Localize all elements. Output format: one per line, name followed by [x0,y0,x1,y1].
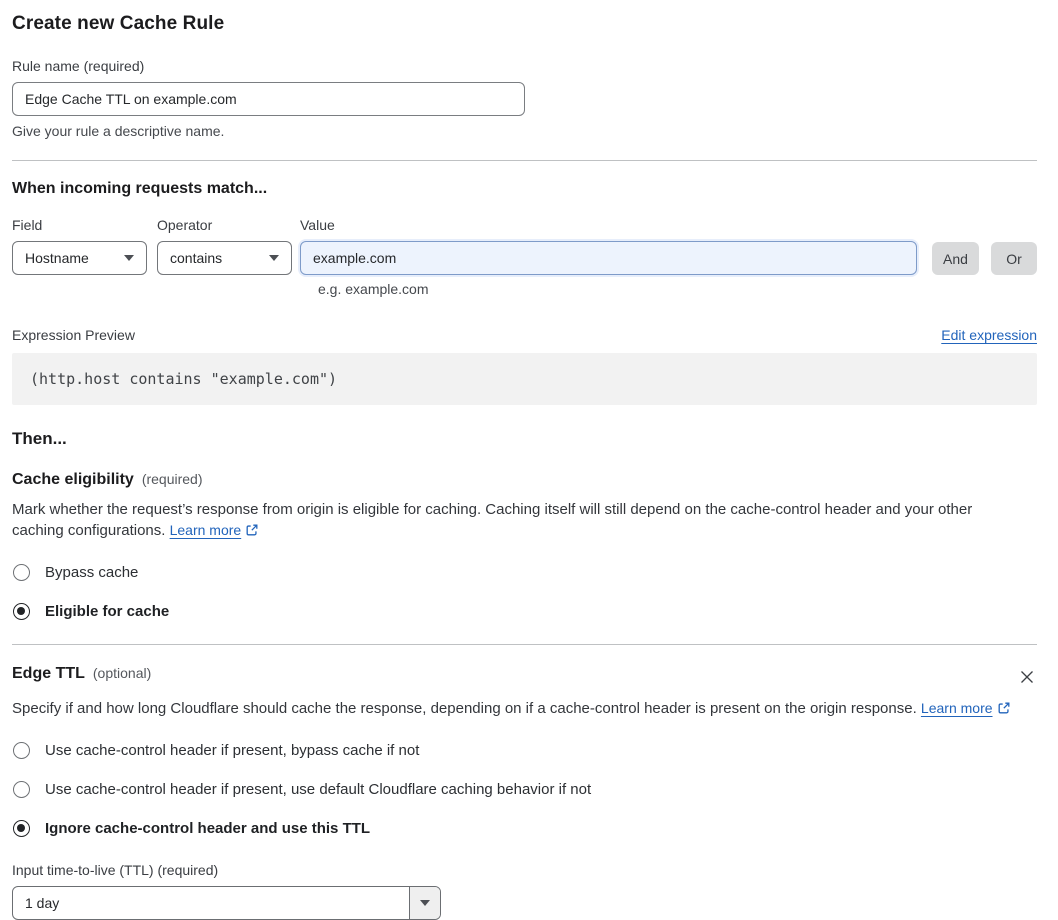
chevron-down-icon[interactable] [409,887,440,919]
edit-expression-link[interactable]: Edit expression [941,327,1037,343]
radio-label: Bypass cache [45,564,139,581]
field-select[interactable]: Hostname [12,241,147,275]
cache-eligibility-description-text: Mark whether the request’s response from… [12,501,973,539]
radio-label: Use cache-control header if present, byp… [45,742,420,759]
radio-icon [13,820,30,837]
field-select-value: Hostname [25,250,89,266]
rule-name-help: Give your rule a descriptive name. [12,123,225,139]
radio-use-header-bypass-if-not[interactable]: Use cache-control header if present, byp… [12,742,1037,759]
edge-ttl-description: Specify if and how long Cloudflare shoul… [12,698,1017,721]
cache-eligibility-required-tag: (required) [141,471,203,487]
expression-preview-row: Expression Preview Edit expression [12,327,1037,343]
cache-eligibility-learn-more-link[interactable]: Learn more [170,522,242,538]
radio-icon [13,781,30,798]
divider [12,160,1037,161]
create-cache-rule-page: Create new Cache Rule Rule name (require… [0,0,1058,920]
edge-ttl-heading-row: Edge TTL (optional) [12,665,1037,690]
rule-name-label: Rule name (required) [12,58,145,74]
value-input[interactable] [300,241,917,275]
ttl-select-value: 1 day [25,895,60,911]
close-icon[interactable] [1017,667,1037,690]
field-label: Field [12,217,43,233]
operator-select-value: contains [170,250,223,266]
radio-label: Use cache-control header if present, use… [45,781,592,798]
chevron-down-icon [269,255,279,261]
divider [12,644,1037,645]
chevron-down-icon [124,255,134,261]
match-condition-row: Field Operator Value Hostname contains A… [12,198,1037,275]
radio-ignore-header-use-ttl[interactable]: Ignore cache-control header and use this… [12,820,1037,837]
radio-icon [13,603,30,620]
radio-icon [13,564,30,581]
cache-eligibility-heading: Cache eligibility [12,471,134,488]
radio-label: Ignore cache-control header and use this… [45,820,371,837]
and-button[interactable]: And [932,242,979,275]
expression-preview-label: Expression Preview [12,327,135,343]
ttl-input-label: Input time-to-live (TTL) (required) [12,862,219,878]
or-button[interactable]: Or [991,242,1037,275]
radio-bypass-cache[interactable]: Bypass cache [12,564,1037,581]
radio-eligible-for-cache[interactable]: Eligible for cache [12,603,1037,620]
operator-select[interactable]: contains [157,241,292,275]
expression-code-block: (http.host contains "example.com") [12,353,1037,405]
edge-ttl-learn-more-link[interactable]: Learn more [921,700,993,716]
then-heading: Then... [12,429,67,448]
page-title: Create new Cache Rule [12,13,225,34]
edge-ttl-description-text: Specify if and how long Cloudflare shoul… [12,700,917,717]
cache-eligibility-heading-row: Cache eligibility (required) [12,471,1037,489]
operator-label: Operator [157,217,213,233]
external-link-icon [997,700,1011,721]
radio-label: Eligible for cache [45,603,170,620]
edge-ttl-optional-tag: (optional) [92,665,152,681]
value-label: Value [300,217,335,233]
radio-use-header-default-if-not[interactable]: Use cache-control header if present, use… [12,781,1037,798]
value-example-help: e.g. example.com [318,281,429,297]
edge-ttl-heading: Edge TTL [12,665,85,682]
ttl-select[interactable]: 1 day [12,886,441,920]
cache-eligibility-description: Mark whether the request’s response from… [12,499,1017,543]
expression-code: (http.host contains "example.com") [30,370,338,388]
external-link-icon [245,522,259,543]
radio-icon [13,742,30,759]
match-section-heading: When incoming requests match... [12,180,268,197]
rule-name-input[interactable] [12,82,525,116]
